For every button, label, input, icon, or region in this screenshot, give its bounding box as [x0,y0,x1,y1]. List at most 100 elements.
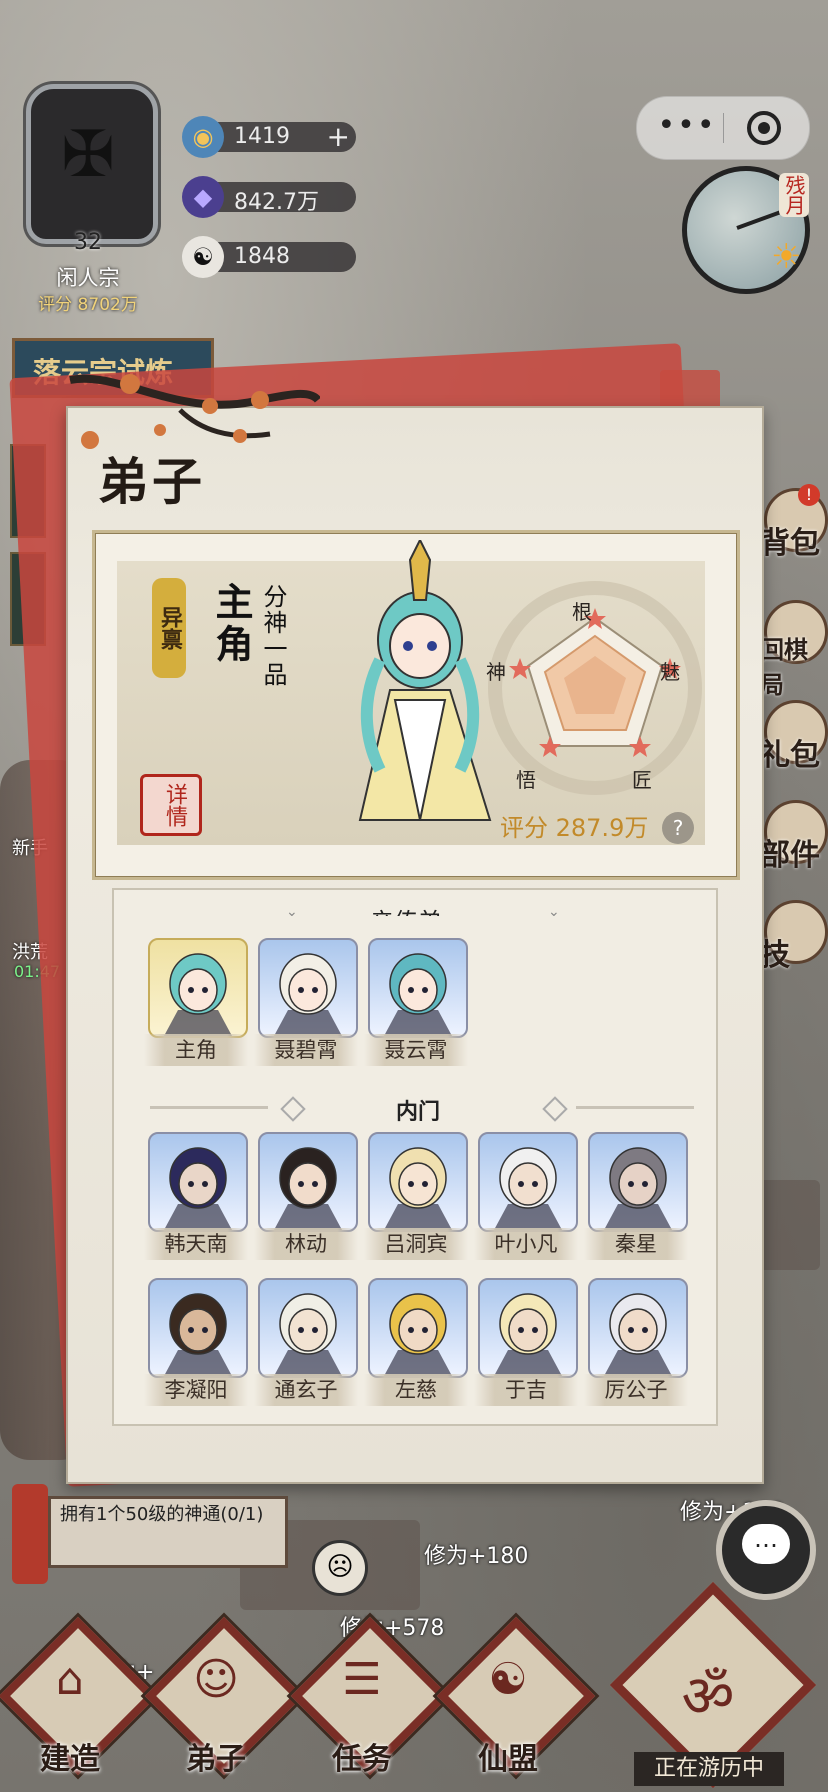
resource-value: 1419 [234,124,290,149]
menu-label: 背包 [760,526,820,561]
sect-score: 评分 8702万 [38,295,138,315]
resource-yin-yang[interactable]: ☯ 1848 [182,236,356,278]
stat-label: 匠 [632,768,652,792]
disciple-name: 叶小凡 [474,1228,578,1260]
travel-icon: ॐ [681,1662,735,1730]
divider-diamond-icon [280,1096,306,1122]
quest-scroll-icon [12,1484,48,1584]
disciple-avatar[interactable] [148,1278,248,1378]
nav-label: 仙盟 [478,1742,538,1777]
divider-diamond-icon [542,1096,568,1122]
detail-button[interactable]: 详情 [140,774,202,836]
chat-button[interactable] [716,1500,816,1600]
hero-score: 评分 287.9万 [500,814,649,842]
divider-line [150,1106,268,1109]
disciple-name: 主角 [144,1034,248,1066]
sect-name: 闲人宗 [56,266,120,290]
hero-name: 主角 [209,582,254,666]
chevron-down-icon: ⌄ [286,904,298,920]
day-night-clock[interactable]: ☀ 残月 [682,166,810,294]
nav-label: 建造 [40,1742,100,1777]
disciple-avatar[interactable] [258,1278,358,1378]
menu-parts[interactable]: 部件 [760,800,828,876]
menu-label: 部件 [760,838,820,873]
disciple-name: 通玄子 [254,1374,358,1406]
disciple-avatar[interactable] [588,1278,688,1378]
quest-tracker[interactable]: 拥有1个50级的神通(0/1) [12,1478,288,1590]
resource-crystal[interactable]: ◆ 842.7万 [182,176,356,218]
sect-badge[interactable]: ✠ 32 闲人宗 评分 8702万 [8,70,168,315]
disciple-avatar[interactable] [368,1132,468,1232]
section-title-core: 亲传弟子 [370,902,460,916]
disciple-avatar[interactable] [258,938,358,1038]
disciple-avatar[interactable] [368,938,468,1038]
menu-chess[interactable]: 回棋局 [760,600,828,699]
menu-skill[interactable]: 技 [760,900,828,976]
travel-button[interactable]: ॐ 正在游历中 [609,1581,817,1792]
disciple-icon: ☺ [193,1654,239,1705]
disciple-avatar[interactable] [148,938,248,1038]
sun-icon: ☀ [771,237,802,277]
crystal-icon: ◆ [182,176,224,218]
section-divider-inner: 内门 [150,1096,694,1125]
disciple-name: 韩天南 [144,1228,248,1260]
scroll-icon: ☰ [342,1654,382,1705]
disciple-avatar[interactable] [368,1278,468,1378]
clock-hand [736,210,781,230]
moon-phase-label: 残月 [779,173,809,217]
resource-value: 1848 [234,244,290,269]
disciple-name: 聂云霄 [364,1034,468,1066]
miniprogram-capsule: ••• [636,96,810,160]
stat-label: 神 [486,660,506,684]
add-icon[interactable]: + [327,120,350,153]
disciple-name: 于吉 [474,1374,578,1406]
menu-label: 礼包 [760,738,820,773]
menu-label: 技 [760,938,790,973]
divider-line [576,1106,694,1109]
building-icon: ⌂ [56,1654,84,1705]
nav-label: 任务 [332,1742,392,1777]
disciple-name: 聂碧霄 [254,1034,358,1066]
resource-value: 842.7万 [234,190,319,215]
talent-badge: 异禀 [152,578,186,678]
travel-status-label: 正在游历中 [634,1752,784,1786]
disciple-name: 吕洞宾 [364,1228,468,1260]
disciple-name: 林动 [254,1228,358,1260]
notification-badge: ! [798,484,820,506]
panel-title: 弟子 [98,452,206,511]
nav-build[interactable]: ⌂ 建造 [0,1616,158,1784]
disciple-avatar[interactable] [478,1132,578,1232]
attribute-radar-chart [488,581,702,795]
stat-label: 悟 [516,768,536,792]
disciple-avatar[interactable] [478,1278,578,1378]
nav-tasks[interactable]: ☰ 任务 [290,1616,450,1784]
more-icon[interactable]: ••• [657,111,717,145]
cultivation-gain: 修为+180 [424,1544,529,1569]
disciple-name: 秦星 [584,1228,688,1260]
disciple-avatar[interactable] [258,1132,358,1232]
disciple-name: 左慈 [364,1374,468,1406]
nav-disciples[interactable]: ☺ 弟子 [144,1616,304,1784]
quest-text: 拥有1个50级的神通(0/1) [60,1504,264,1525]
hero-realm: 分神一品 [259,584,287,688]
section-title-inner: 内门 [396,1100,441,1125]
alliance-icon: ☯ [488,1654,528,1705]
sect-level: 32 [74,230,102,255]
resource-spirit-stone[interactable]: ◉ 1419 + [182,116,356,158]
stat-label: 魅 [660,660,680,684]
disciple-name: 李凝阳 [144,1374,248,1406]
chevron-down-icon: ⌄ [548,904,560,920]
sect-emblem-icon: ✠ [61,118,115,192]
close-miniprogram-icon[interactable] [747,111,781,145]
menu-label: 回棋局 [760,636,808,699]
disciple-avatar[interactable] [588,1132,688,1232]
speech-bubble-icon[interactable]: ☹ [312,1540,368,1596]
spirit-stone-icon: ◉ [182,116,224,158]
yin-yang-icon: ☯ [182,236,224,278]
disciple-avatar[interactable] [148,1132,248,1232]
hero-character-portrait [358,540,492,821]
nav-alliance[interactable]: ☯ 仙盟 [436,1616,596,1784]
menu-gift[interactable]: 礼包 [760,700,828,776]
capsule-divider [723,113,724,143]
help-icon[interactable]: ? [662,812,694,844]
